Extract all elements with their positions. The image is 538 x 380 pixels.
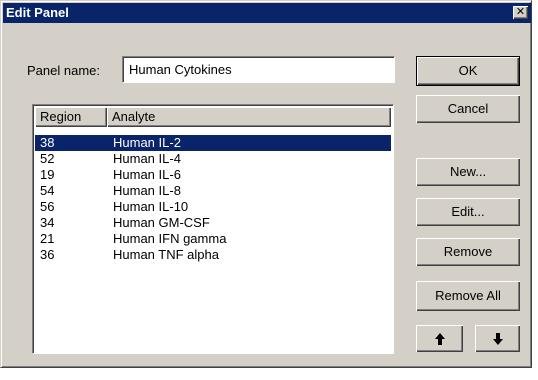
move-up-button[interactable] [416,325,463,352]
edit-button[interactable]: Edit... [416,198,520,226]
column-header-analyte[interactable]: Analyte [107,107,391,127]
remove-all-button-label: Remove All [435,288,501,303]
list-row[interactable]: 38 Human IL-2 [35,135,391,151]
window-title: Edit Panel [6,5,69,20]
new-button[interactable]: New... [416,158,520,186]
cancel-button-label: Cancel [447,101,489,116]
list-row[interactable]: 21 Human IFN gamma [35,231,391,247]
panel-name-input[interactable] [122,56,395,83]
list-row[interactable]: 36 Human TNF alpha [35,247,391,263]
title-bar[interactable]: Edit Panel ✕ [3,3,531,23]
region-cell: 21 [40,231,55,246]
analyte-cell: Human IL-6 [113,167,181,182]
analyte-cell: Human IL-8 [113,183,181,198]
close-button[interactable]: ✕ [513,6,528,19]
arrow-down-icon [492,332,503,345]
column-header-region[interactable]: Region [35,107,107,127]
ok-button-label: OK [458,63,478,78]
region-cell: 36 [40,247,55,262]
close-icon: ✕ [515,6,526,18]
ok-button[interactable]: OK [416,56,520,86]
list-row[interactable]: 19 Human IL-6 [35,167,391,183]
new-button-label: New... [449,164,487,179]
region-cell: 38 [40,135,55,150]
remove-all-button[interactable]: Remove All [416,281,520,311]
panel-name-label: Panel name: [27,63,100,78]
remove-button[interactable]: Remove [416,238,520,266]
edit-panel-dialog: Edit Panel ✕ Panel name: Region Analyte … [0,0,532,368]
cancel-button[interactable]: Cancel [416,95,520,123]
edit-button-label: Edit... [451,204,485,219]
region-cell: 52 [40,151,55,166]
analyte-cell: Human IFN gamma [113,231,227,246]
arrow-up-icon [434,332,445,345]
analyte-cell: Human TNF alpha [113,247,219,262]
list-row[interactable]: 56 Human IL-10 [35,199,391,215]
region-cell: 34 [40,215,55,230]
analyte-cell: Human IL-4 [113,151,181,166]
list-row[interactable]: 54 Human IL-8 [35,183,391,199]
move-down-button[interactable] [475,325,520,352]
analyte-list[interactable]: Region Analyte 38 Human IL-2 52 Human IL… [32,104,394,354]
list-row[interactable]: 34 Human GM-CSF [35,215,391,231]
list-row[interactable]: 52 Human IL-4 [35,151,391,167]
analyte-cell: Human IL-10 [113,199,189,214]
region-cell: 54 [40,183,55,198]
region-cell: 19 [40,167,55,182]
remove-button-label: Remove [443,244,493,259]
list-header: Region Analyte [35,107,391,127]
analyte-cell: Human IL-2 [113,135,181,150]
region-cell: 56 [40,199,55,214]
analyte-cell: Human GM-CSF [113,215,210,230]
